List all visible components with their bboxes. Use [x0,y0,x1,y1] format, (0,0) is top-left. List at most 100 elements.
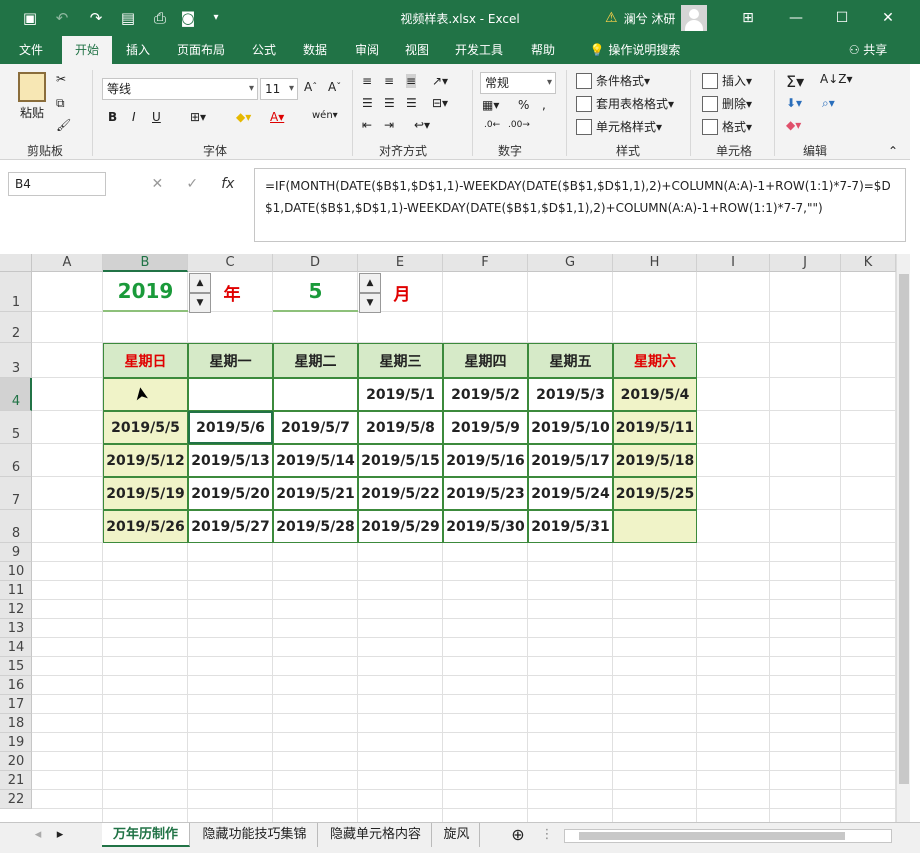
minimize-icon[interactable]: — [776,4,816,32]
sheet-tab-whirlwind[interactable]: 旋风 [434,823,480,847]
paste-button[interactable]: 粘贴 [14,72,50,121]
calendar-cell[interactable]: 2019/5/17 [528,444,613,477]
calendar-cell[interactable]: 2019/5/19 [103,477,188,510]
form-icon[interactable]: ▤ [118,8,138,28]
tab-page-layout[interactable]: 页面布局 [166,36,236,64]
prev-sheet-icon[interactable]: ◂ [28,823,48,847]
select-all-corner[interactable] [0,254,32,272]
worksheet-grid[interactable]: A B C D E F G H I J K 1 2 3 4 5 6 7 8 9 10 11 12 13 14 15 16 17 18 19… [0,254,920,822]
fill-color-icon[interactable]: ◆▾ [236,110,251,124]
calendar-cell[interactable] [273,378,358,411]
sheet-tab-calendar[interactable]: 万年历制作 [102,823,190,847]
tell-me-search[interactable]: 💡 操作说明搜索 [580,36,690,64]
column-header-d[interactable]: D [273,254,358,272]
calendar-cell[interactable]: 2019/5/8 [358,411,443,444]
row-header-12[interactable]: 12 [0,600,32,619]
column-header-g[interactable]: G [528,254,613,272]
ribbon-display-options-icon[interactable]: ⊞ [728,4,768,32]
calendar-cell[interactable]: 2019/5/1 [358,378,443,411]
font-name-select[interactable]: 等线 [102,78,258,100]
calendar-cell[interactable]: 2019/5/4 [613,378,697,411]
calendar-cell[interactable]: 2019/5/27 [188,510,273,543]
year-cell[interactable]: 2019 [103,272,188,312]
column-header-a[interactable]: A [32,254,103,272]
comma-icon[interactable]: , [542,98,546,112]
increase-decimal-icon[interactable]: .0← [484,120,500,130]
vertical-scrollbar[interactable] [896,254,910,822]
calendar-cell[interactable]: 2019/5/25 [613,477,697,510]
italic-button[interactable]: I [132,110,136,124]
increase-indent-icon[interactable]: ⇥ [384,118,394,132]
format-as-table-button[interactable]: 套用表格格式 ▾ [576,95,674,112]
maximize-icon[interactable]: ☐ [822,4,862,32]
align-top-icon[interactable]: ≡ [362,74,372,88]
row-header-18[interactable]: 18 [0,714,32,733]
align-middle-icon[interactable]: ≡ [384,74,394,88]
tab-review[interactable]: 审阅 [344,36,390,64]
row-header-5[interactable]: 5 [0,411,32,444]
row-header-6[interactable]: 6 [0,444,32,477]
calendar-cell[interactable]: 2019/5/15 [358,444,443,477]
vertical-scroll-thumb[interactable] [899,274,909,784]
calendar-cell[interactable] [188,378,273,411]
calendar-cell[interactable]: 2019/5/2 [443,378,528,411]
row-header-22[interactable]: 22 [0,790,32,809]
format-cells-button[interactable]: 格式 ▾ [702,118,752,135]
month-cell[interactable]: 5 [273,272,358,312]
phonetic-icon[interactable]: wén▾ [312,110,338,121]
calendar-cell[interactable]: 2019/5/3 [528,378,613,411]
month-down-button[interactable]: ▼ [359,293,381,313]
calendar-cell[interactable]: 2019/5/16 [443,444,528,477]
row-header-14[interactable]: 14 [0,638,32,657]
copy-icon[interactable]: ⧉ [56,96,65,111]
row-header-2[interactable]: 2 [0,312,32,343]
tab-help[interactable]: 帮助 [518,36,568,64]
decrease-decimal-icon[interactable]: .00→ [508,120,530,130]
column-header-b[interactable]: B [103,254,188,272]
calendar-cell[interactable]: 2019/5/11 [613,411,697,444]
calendar-cell[interactable]: 2019/5/14 [273,444,358,477]
calendar-cell[interactable]: 2019/5/30 [443,510,528,543]
tab-view[interactable]: 视图 [394,36,440,64]
tab-developer[interactable]: 开发工具 [446,36,512,64]
accounting-icon[interactable]: ▦▾ [482,98,499,112]
column-header-k[interactable]: K [841,254,896,272]
align-center-icon[interactable]: ☰ [384,96,395,110]
column-header-c[interactable]: C [188,254,273,272]
bold-button[interactable]: B [108,110,117,124]
year-up-button[interactable]: ▲ [189,273,211,293]
conditional-formatting-button[interactable]: 条件格式 ▾ [576,72,650,89]
decrease-indent-icon[interactable]: ⇤ [362,118,372,132]
calendar-cell[interactable]: 2019/5/7 [273,411,358,444]
calendar-cell[interactable] [613,510,697,543]
customize-qat-icon[interactable]: ▾ [206,8,226,28]
column-header-j[interactable]: J [770,254,841,272]
align-bottom-icon[interactable]: ≡ [406,74,417,88]
delete-cells-button[interactable]: 删除 ▾ [702,95,752,112]
format-painter-icon[interactable]: 🖌 [56,118,71,132]
calendar-cell[interactable]: 2019/5/22 [358,477,443,510]
clear-icon[interactable]: ◆▾ [786,118,801,132]
tab-formulas[interactable]: 公式 [242,36,286,64]
sort-filter-icon[interactable]: A↓Z▾ [820,72,853,86]
borders-icon[interactable]: ⊞▾ [190,110,206,124]
row-header-8[interactable]: 8 [0,510,32,543]
fill-icon[interactable]: ⬇▾ [786,96,802,110]
row-header-17[interactable]: 17 [0,695,32,714]
horizontal-scrollbar[interactable] [564,829,892,843]
collapse-ribbon-icon[interactable]: ⌃ [888,144,898,158]
row-header-20[interactable]: 20 [0,752,32,771]
underline-button[interactable]: U [152,110,161,124]
calendar-cell[interactable]: 2019/5/23 [443,477,528,510]
calendar-cell[interactable]: 2019/5/31 [528,510,613,543]
save-icon[interactable]: ▣ [20,8,40,28]
calendar-cell[interactable]: 2019/5/10 [528,411,613,444]
sheet-tab-hidden-cells[interactable]: 隐藏单元格内容 [320,823,432,847]
row-header-1[interactable]: 1 [0,272,32,312]
column-header-i[interactable]: I [697,254,770,272]
cancel-icon[interactable]: ✕ [152,176,164,192]
name-box[interactable]: B4 [8,172,106,196]
share-button[interactable]: ⚇ 共享 [838,36,898,64]
align-right-icon[interactable]: ☰ [406,96,417,110]
column-header-h[interactable]: H [613,254,697,272]
